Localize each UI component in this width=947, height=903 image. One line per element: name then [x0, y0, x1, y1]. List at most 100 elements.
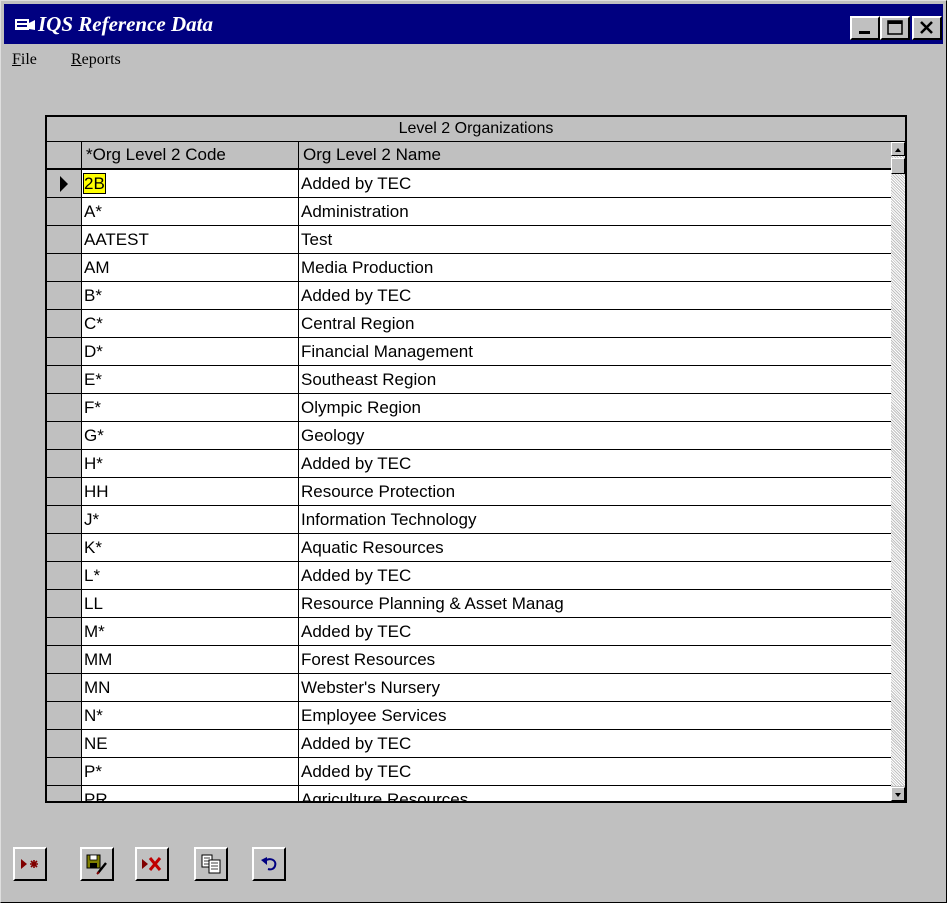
cell-org-name[interactable]: Added by TEC — [299, 170, 891, 197]
cell-org-code[interactable]: HH — [82, 478, 299, 505]
table-row[interactable]: HH Resource Protection — [47, 478, 891, 506]
table-row[interactable]: M* Added by TEC — [47, 618, 891, 646]
cell-org-code[interactable]: N* — [82, 702, 299, 729]
cell-org-name[interactable]: Added by TEC — [299, 282, 891, 309]
cell-org-code[interactable]: D* — [82, 338, 299, 365]
delete-record-button[interactable] — [135, 847, 169, 881]
cell-org-name[interactable]: Agriculture Resources — [299, 786, 891, 801]
row-selector[interactable] — [47, 422, 82, 449]
cell-org-code[interactable]: K* — [82, 534, 299, 561]
scroll-up-button[interactable] — [891, 142, 905, 156]
cell-org-name[interactable]: Webster's Nursery — [299, 674, 891, 701]
menu-file[interactable]: File — [12, 51, 37, 69]
table-row[interactable]: N* Employee Services — [47, 702, 891, 730]
cell-org-code[interactable]: F* — [82, 394, 299, 421]
table-row[interactable]: J* Information Technology — [47, 506, 891, 534]
cell-org-name[interactable]: Resource Protection — [299, 478, 891, 505]
row-selector[interactable] — [47, 310, 82, 337]
table-row[interactable]: LL Resource Planning & Asset Manag — [47, 590, 891, 618]
cell-org-name[interactable]: Media Production — [299, 254, 891, 281]
cell-org-code[interactable]: MM — [82, 646, 299, 673]
table-row[interactable]: MN Webster's Nursery — [47, 674, 891, 702]
cell-org-name[interactable]: Added by TEC — [299, 562, 891, 589]
table-row[interactable]: H* Added by TEC — [47, 450, 891, 478]
cell-org-name[interactable]: Aquatic Resources — [299, 534, 891, 561]
cell-org-name[interactable]: Added by TEC — [299, 758, 891, 785]
row-selector[interactable] — [47, 478, 82, 505]
table-row[interactable]: A* Administration — [47, 198, 891, 226]
cell-org-name[interactable]: Added by TEC — [299, 618, 891, 645]
row-selector[interactable] — [47, 674, 82, 701]
cell-org-code[interactable]: M* — [82, 618, 299, 645]
cell-org-code[interactable]: AATEST — [82, 226, 299, 253]
column-header-code[interactable]: *Org Level 2 Code — [82, 142, 299, 168]
row-selector[interactable] — [47, 786, 82, 801]
cell-org-name[interactable]: Added by TEC — [299, 730, 891, 757]
cell-org-code[interactable]: G* — [82, 422, 299, 449]
cell-org-code[interactable]: NE — [82, 730, 299, 757]
cell-org-code[interactable]: E* — [82, 366, 299, 393]
table-row[interactable]: L* Added by TEC — [47, 562, 891, 590]
cell-org-code[interactable]: J* — [82, 506, 299, 533]
cell-org-code[interactable]: 2B — [82, 170, 299, 197]
table-row[interactable]: 2B Added by TEC — [47, 170, 891, 198]
cell-org-code[interactable]: PR — [82, 786, 299, 801]
row-selector[interactable] — [47, 562, 82, 589]
cell-org-code[interactable]: L* — [82, 562, 299, 589]
cell-org-name[interactable]: Test — [299, 226, 891, 253]
row-selector[interactable] — [47, 758, 82, 785]
copy-record-button[interactable] — [194, 847, 228, 881]
title-bar[interactable]: IQS Reference Data — [4, 4, 943, 44]
cell-org-name[interactable]: Olympic Region — [299, 394, 891, 421]
cell-org-name[interactable]: Employee Services — [299, 702, 891, 729]
vertical-scrollbar[interactable] — [891, 142, 905, 801]
cell-org-name[interactable]: Added by TEC — [299, 450, 891, 477]
row-selector[interactable] — [47, 618, 82, 645]
new-record-button[interactable] — [13, 847, 47, 881]
row-selector[interactable] — [47, 394, 82, 421]
table-row[interactable]: G* Geology — [47, 422, 891, 450]
scroll-down-button[interactable] — [891, 787, 905, 801]
row-selector[interactable] — [47, 506, 82, 533]
row-selector[interactable] — [47, 282, 82, 309]
table-row[interactable]: AM Media Production — [47, 254, 891, 282]
table-row[interactable]: PR Agriculture Resources — [47, 786, 891, 801]
row-selector[interactable] — [47, 366, 82, 393]
table-row[interactable]: F* Olympic Region — [47, 394, 891, 422]
cell-org-name[interactable]: Central Region — [299, 310, 891, 337]
cell-org-code[interactable]: LL — [82, 590, 299, 617]
row-selector[interactable] — [47, 254, 82, 281]
row-selector[interactable] — [47, 450, 82, 477]
close-button[interactable] — [912, 16, 942, 40]
row-selector[interactable] — [47, 170, 82, 197]
cell-org-code[interactable]: H* — [82, 450, 299, 477]
cell-org-code[interactable]: C* — [82, 310, 299, 337]
cell-org-code[interactable]: A* — [82, 198, 299, 225]
row-selector[interactable] — [47, 590, 82, 617]
cell-org-code[interactable]: B* — [82, 282, 299, 309]
table-row[interactable]: NE Added by TEC — [47, 730, 891, 758]
table-row[interactable]: P* Added by TEC — [47, 758, 891, 786]
cell-org-name[interactable]: Administration — [299, 198, 891, 225]
cell-org-code[interactable]: MN — [82, 674, 299, 701]
minimize-button[interactable] — [850, 16, 880, 40]
row-selector[interactable] — [47, 702, 82, 729]
row-selector[interactable] — [47, 646, 82, 673]
table-row[interactable]: E* Southeast Region — [47, 366, 891, 394]
cell-org-code[interactable]: AM — [82, 254, 299, 281]
row-selector[interactable] — [47, 226, 82, 253]
row-selector[interactable] — [47, 534, 82, 561]
org-level-2-grid[interactable]: Level 2 Organizations *Org Level 2 Code … — [45, 115, 907, 803]
table-row[interactable]: AATEST Test — [47, 226, 891, 254]
row-selector[interactable] — [47, 198, 82, 225]
table-row[interactable]: MM Forest Resources — [47, 646, 891, 674]
save-record-button[interactable] — [80, 847, 114, 881]
maximize-button[interactable] — [880, 16, 910, 40]
cell-org-name[interactable]: Financial Management — [299, 338, 891, 365]
cell-org-name[interactable]: Geology — [299, 422, 891, 449]
cell-org-name[interactable]: Information Technology — [299, 506, 891, 533]
scroll-track[interactable] — [891, 156, 905, 786]
cell-org-name[interactable]: Resource Planning & Asset Manag — [299, 590, 891, 617]
table-row[interactable]: K* Aquatic Resources — [47, 534, 891, 562]
table-row[interactable]: B* Added by TEC — [47, 282, 891, 310]
